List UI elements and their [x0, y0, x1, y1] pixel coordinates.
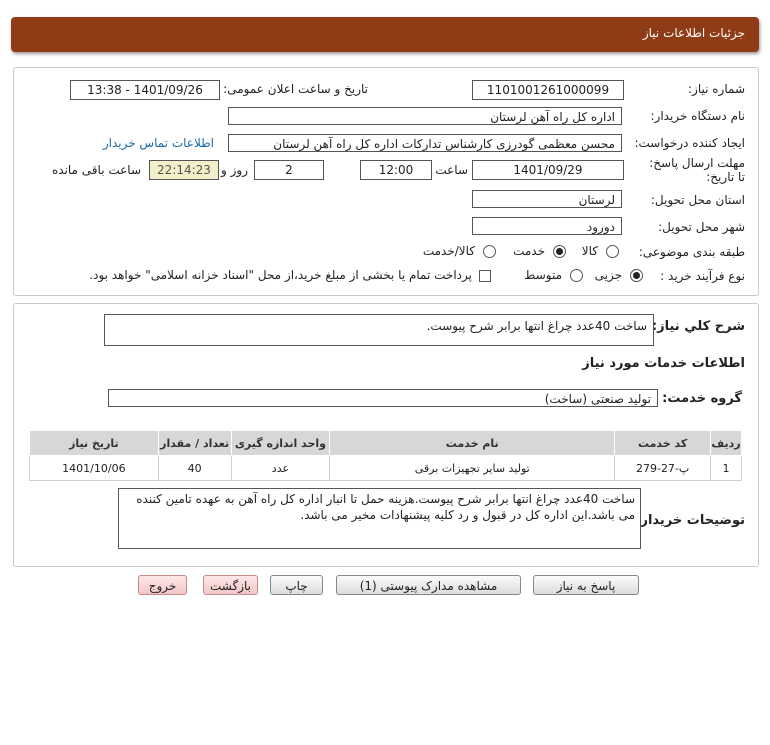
treasury-payment-checkbox[interactable]	[479, 270, 491, 282]
creator-label: ایجاد کننده درخواست:	[634, 136, 745, 150]
services-table: ردیف کد خدمت نام خدمت واحد اندازه گیری ت…	[29, 430, 742, 481]
deadline-label: مهلت ارسال پاسخ: تا تاریخ:	[649, 156, 745, 184]
service-group-label: گروه خدمت:	[662, 391, 742, 406]
city-field: دورود	[472, 217, 622, 235]
cell-need-date: 1401/10/06	[29, 455, 159, 481]
announce-field: 1401/09/26 - 13:38	[70, 80, 220, 100]
cell-unit: عدد	[230, 455, 331, 481]
province-label: استان محل تحویل:	[650, 193, 745, 207]
need-description-field: ساخت 40عدد چراغ انتها برابر شرح پیوست.	[104, 314, 654, 346]
category-label: طبقه بندی موضوعی:	[638, 245, 745, 259]
buyer-notes-label: توضیحات خریدار:	[635, 513, 745, 528]
remaining-time-field: 22:14:23	[149, 160, 219, 180]
category-option-service: خدمت	[513, 244, 545, 258]
announce-label: تاریخ و ساعت اعلان عمومی:	[223, 82, 368, 96]
category-option-goods-service: کالا/خدمت	[422, 244, 475, 258]
process-option-medium: متوسط	[524, 268, 562, 282]
city-label: شهر محل تحویل:	[658, 220, 745, 234]
days-field: 2	[254, 160, 324, 180]
deadline-date-field: 1401/09/29	[472, 160, 624, 180]
time-label: ساعت	[435, 163, 468, 177]
need-description-label: شرح کلي نياز:	[651, 319, 745, 334]
col-quantity: تعداد / مقدار	[157, 430, 232, 456]
province-field: لرستان	[472, 190, 622, 208]
col-row: ردیف	[710, 430, 742, 456]
deadline-time-field: 12:00	[360, 160, 432, 180]
process-option-minor: جزیی	[594, 268, 622, 282]
category-radio-service[interactable]	[553, 245, 566, 258]
table-row: 1 پ-27-279 تولید سایر تجهیزات برقی عدد 4…	[29, 455, 742, 481]
creator-field: محسن معظمی گودرزی کارشناس تدارکات اداره …	[228, 134, 622, 152]
process-label: نوع فرآیند خرید :	[660, 269, 745, 283]
buyer-org-field: اداره کل راه آهن لرستان	[228, 107, 622, 125]
services-heading: اطلاعات خدمات مورد نیاز	[582, 356, 745, 371]
days-label: روز و	[221, 163, 248, 177]
need-number-field: 1101001261000099	[472, 80, 624, 100]
col-service-name: نام خدمت	[329, 430, 616, 456]
process-radio-minor[interactable]	[630, 269, 643, 282]
cell-service-name: تولید سایر تجهیزات برقی	[329, 455, 616, 481]
cell-quantity: 40	[157, 455, 232, 481]
buyer-notes-field: ساخت 40عدد چراغ انتها برابر شرح پیوست.هز…	[118, 488, 641, 549]
page-header: جزئیات اطلاعات نیاز	[11, 17, 759, 52]
back-button[interactable]: بازگشت	[203, 575, 258, 595]
attachments-button[interactable]: مشاهده مدارک پیوستی (1)	[336, 575, 521, 595]
cell-row: 1	[710, 455, 742, 481]
category-radio-goods-service[interactable]	[483, 245, 496, 258]
contact-buyer-link[interactable]: اطلاعات تماس خریدار	[103, 136, 214, 150]
table-header-row: ردیف کد خدمت نام خدمت واحد اندازه گیری ت…	[29, 430, 742, 456]
treasury-payment-note: پرداخت تمام یا بخشی از مبلغ خرید،از محل …	[89, 268, 472, 282]
service-group-field: تولید صنعتی (ساخت)	[108, 389, 658, 407]
exit-button[interactable]: خروج	[138, 575, 187, 595]
col-service-code: کد خدمت	[614, 430, 712, 456]
reply-button[interactable]: پاسخ به نیاز	[533, 575, 639, 595]
buyer-org-label: نام دستگاه خریدار:	[650, 109, 746, 123]
category-option-goods: کالا	[581, 244, 598, 258]
remaining-label: ساعت باقی مانده	[51, 163, 141, 177]
page-title: جزئیات اطلاعات نیاز	[642, 26, 745, 40]
print-button[interactable]: چاپ	[270, 575, 323, 595]
col-need-date: تاریخ نیاز	[29, 430, 159, 456]
need-number-label: شماره نیاز:	[688, 82, 745, 96]
col-unit: واحد اندازه گیری	[230, 430, 331, 456]
category-radio-goods[interactable]	[606, 245, 619, 258]
process-radio-medium[interactable]	[570, 269, 583, 282]
cell-service-code: پ-27-279	[614, 455, 712, 481]
